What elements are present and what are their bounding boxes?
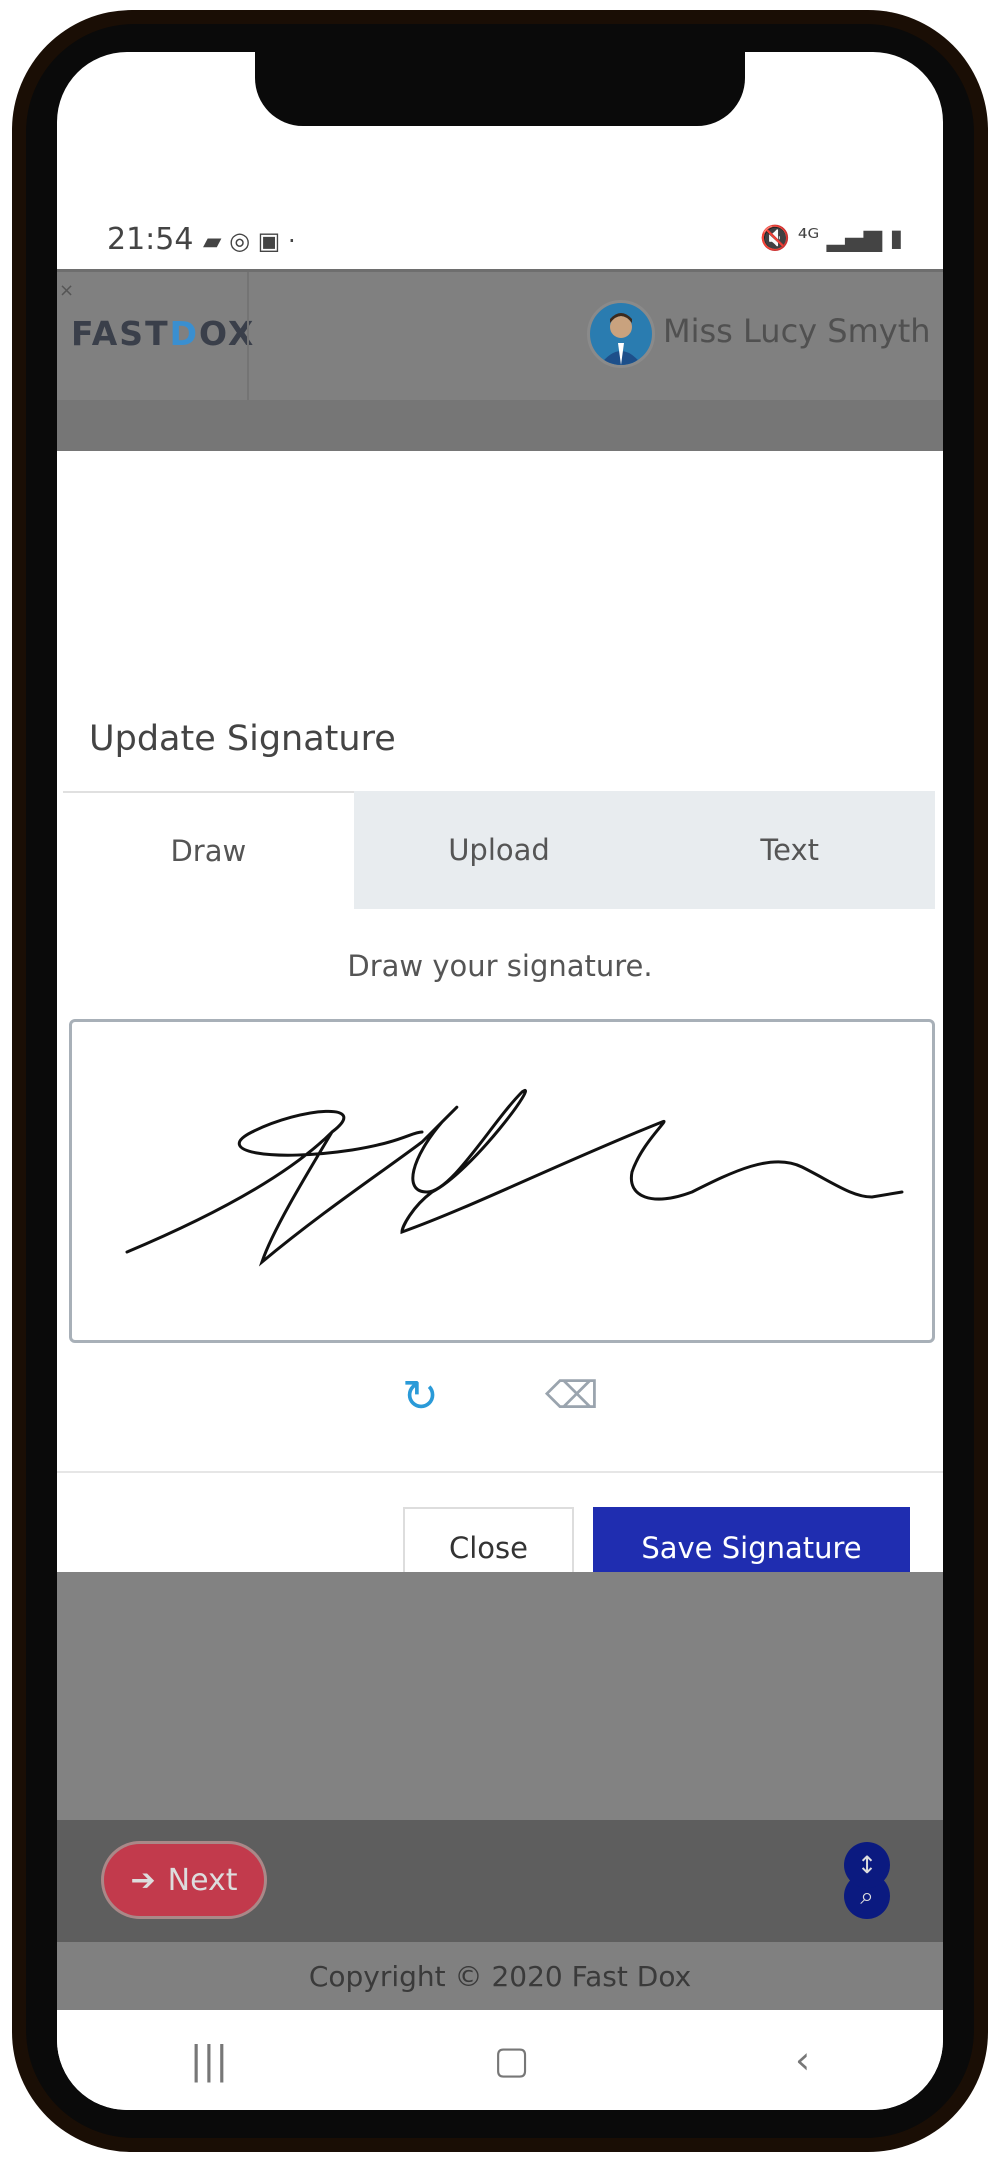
signature-tabs: Draw Upload Text bbox=[63, 791, 936, 909]
tab-draw[interactable]: Draw bbox=[63, 791, 354, 909]
status-right-icons: 🔇 ⁴ᴳ ▂▄▆ ▮ bbox=[760, 224, 903, 252]
refresh-icon[interactable]: ↻ bbox=[402, 1371, 439, 1422]
modal-title: Update Signature bbox=[89, 719, 396, 759]
close-icon[interactable]: × bbox=[59, 280, 74, 301]
tab-text[interactable]: Text bbox=[644, 791, 936, 909]
draw-hint: Draw your signature. bbox=[347, 949, 653, 983]
app-header: × FASTDOX Miss Lucy Smyth bbox=[57, 269, 943, 403]
status-time: 21:54 bbox=[107, 222, 194, 257]
home-icon[interactable]: ▢ bbox=[494, 2038, 530, 2082]
eraser-icon[interactable]: ⌫ bbox=[545, 1373, 599, 1417]
message-icon: ▰ ◎ ▣ · bbox=[203, 227, 296, 255]
screen: 21:54 ▰ ◎ ▣ · 🔇 ⁴ᴳ ▂▄▆ ▮ × FASTDOX Miss … bbox=[57, 52, 943, 2110]
backdrop bbox=[57, 1572, 943, 1820]
tab-upload[interactable]: Upload bbox=[353, 791, 645, 909]
copyright: Copyright © 2020 Fast Dox bbox=[57, 1942, 943, 2010]
signature-canvas[interactable] bbox=[69, 1019, 935, 1343]
arrow-right-circle-icon: ➔ bbox=[130, 1862, 156, 1898]
android-nav-bar: ||| ▢ ‹ bbox=[57, 2010, 943, 2110]
back-icon[interactable]: ‹ bbox=[795, 2038, 810, 2082]
next-label: Next bbox=[167, 1862, 238, 1898]
resize-vertical-icon[interactable]: ↕ bbox=[844, 1842, 890, 1888]
update-signature-modal: Update Signature Draw Upload Text Draw y… bbox=[57, 451, 943, 1589]
overlay-strip bbox=[57, 400, 943, 454]
avatar[interactable] bbox=[587, 300, 655, 368]
header-divider bbox=[247, 272, 249, 403]
modal-divider bbox=[57, 1471, 943, 1473]
recent-apps-icon[interactable]: ||| bbox=[190, 2038, 228, 2082]
logo[interactable]: FASTDOX bbox=[71, 314, 255, 353]
next-button[interactable]: ➔ Next bbox=[101, 1841, 267, 1919]
status-bar: 21:54 ▰ ◎ ▣ · bbox=[107, 222, 296, 257]
user-name[interactable]: Miss Lucy Smyth bbox=[663, 312, 931, 350]
notch bbox=[255, 52, 745, 126]
signature-drawing bbox=[125, 1088, 904, 1267]
